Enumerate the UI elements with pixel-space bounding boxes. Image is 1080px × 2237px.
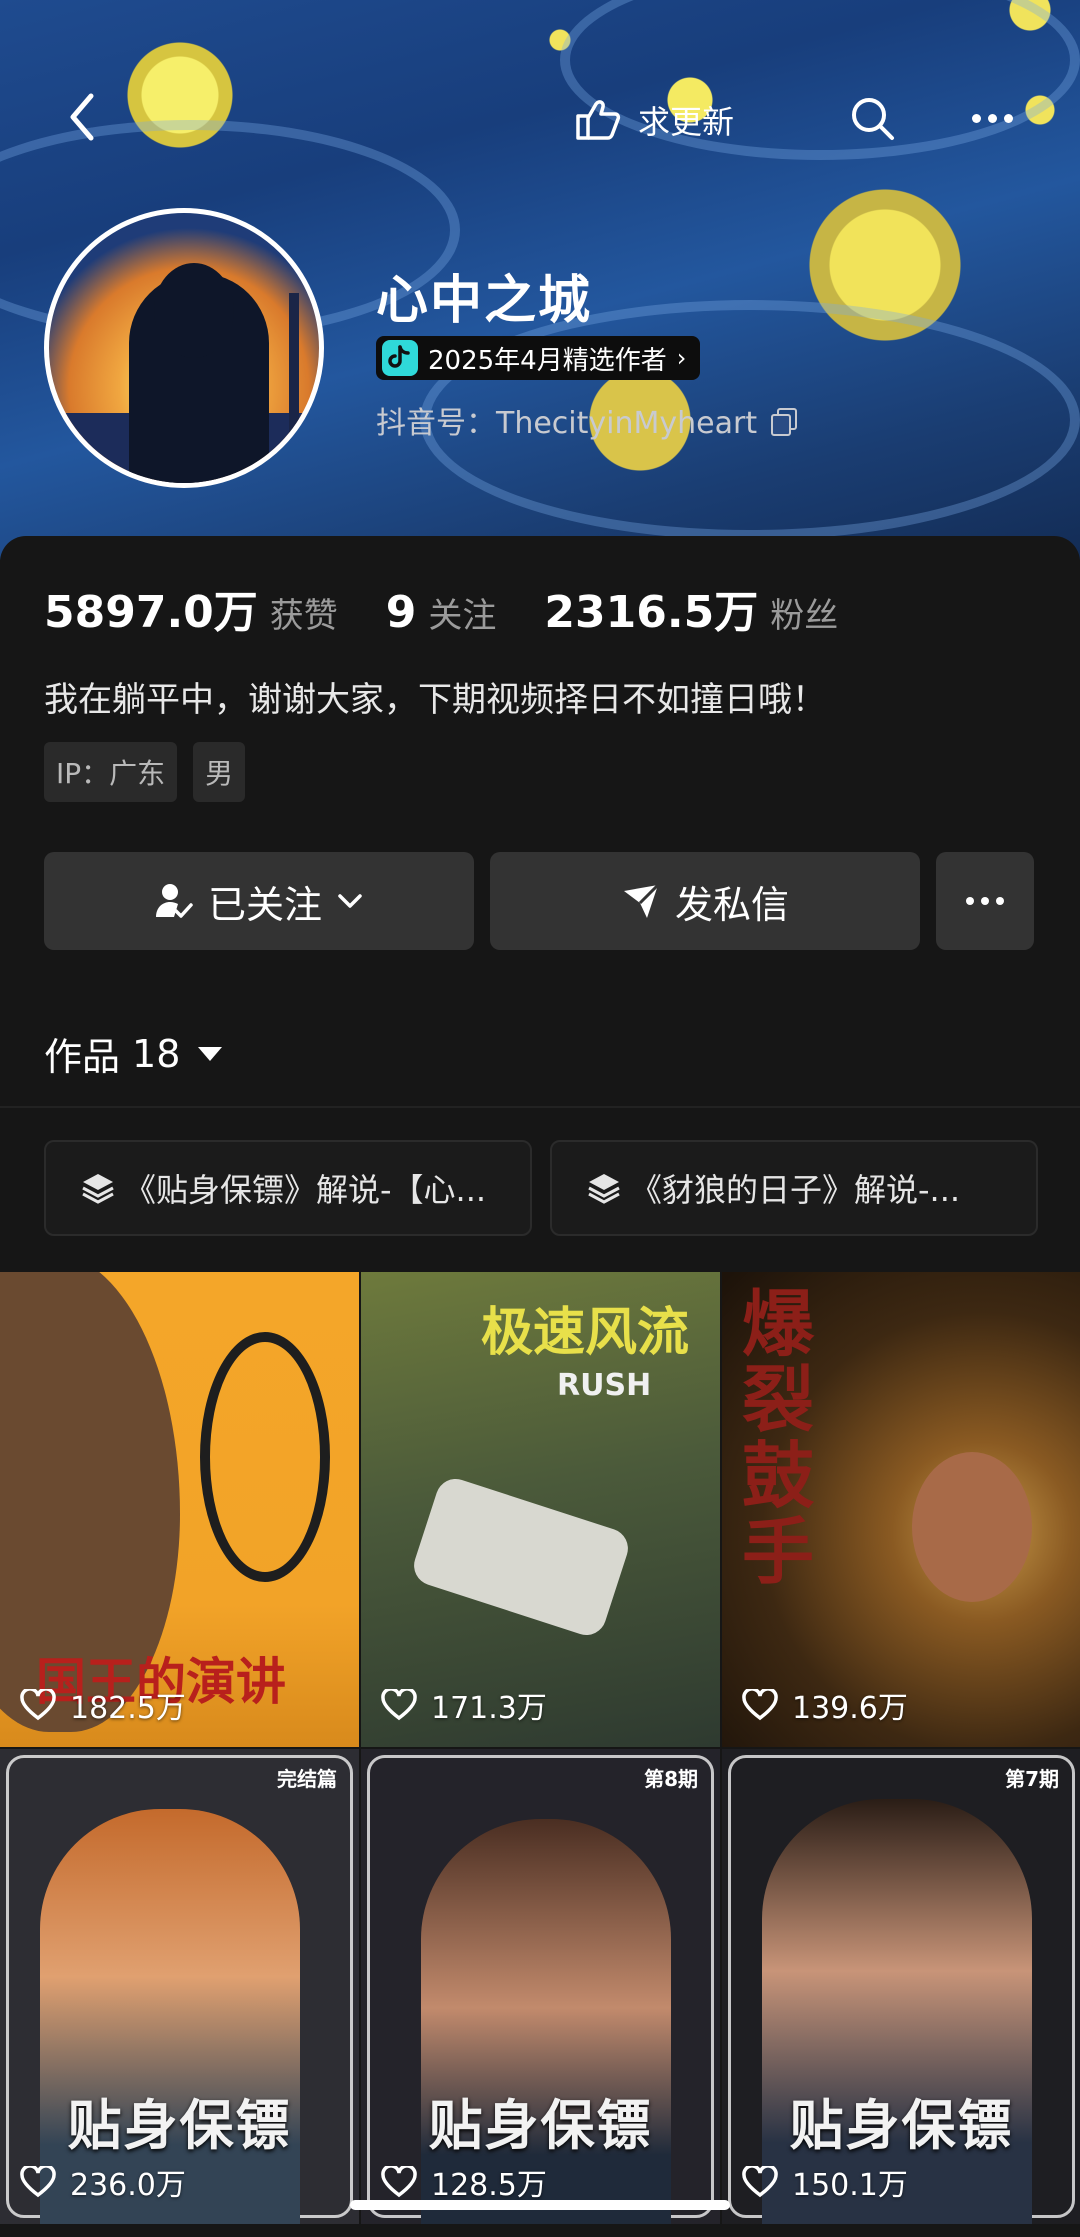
divider (0, 1106, 1080, 1108)
works-count: 18 (132, 1031, 181, 1076)
like-count-value: 150.1万 (792, 2168, 908, 2203)
following-label[interactable]: 关注 (428, 588, 496, 637)
collections-row: 《贴身保镖》解说-【心... 《豺狼的日子》解说-... (44, 1140, 1038, 1236)
poster-title: 贴身保镖 (789, 2094, 1014, 2157)
heart-icon (381, 2166, 417, 2198)
fans-label[interactable]: 粉丝 (770, 588, 838, 637)
send-message-button[interactable]: 发私信 (490, 852, 920, 950)
dot-icon (987, 113, 997, 123)
works-label: 作品 (44, 1035, 121, 1079)
more-options-button[interactable] (966, 92, 1018, 144)
works-tab[interactable]: 作品 18 (44, 1026, 223, 1081)
like-count-value: 171.3万 (431, 1691, 547, 1726)
copy-icon[interactable] (771, 408, 798, 436)
gender-tag: 男 (193, 742, 246, 802)
heart-icon (381, 1689, 417, 1721)
ip-location-tag: IP：广东 (44, 742, 178, 802)
like-count-value: 182.5万 (70, 1691, 186, 1726)
like-count: 128.5万 (381, 2160, 547, 2204)
video-tile[interactable]: 第7期 贴身保镖 150.1万 (722, 1749, 1080, 2224)
avatar[interactable] (44, 208, 324, 488)
search-button[interactable] (846, 92, 898, 144)
likes-count: 5897.0万 (44, 587, 258, 638)
chevron-left-icon (70, 93, 94, 141)
badge-label: 2025年4月精选作者 (428, 345, 667, 376)
douyin-id: 抖音号：ThecityinMyheart (376, 406, 758, 441)
video-tile[interactable]: 国王的演讲 182.5万 (0, 1272, 359, 1747)
like-count-value: 139.6万 (792, 1691, 908, 1726)
dot-icon (1003, 113, 1013, 123)
send-message-label: 发私信 (674, 882, 789, 927)
poster-race-car (408, 1473, 634, 1641)
like-count: 171.3万 (381, 1683, 547, 1727)
like-count-value: 236.0万 (70, 2168, 186, 2203)
profile-name: 心中之城 (376, 271, 593, 331)
poster-title: 极速风流 (481, 1303, 690, 1363)
layers-icon (588, 1174, 620, 1204)
bio: 我在躺平中，谢谢大家，下期视频择日不如撞日哦！ (44, 680, 826, 720)
user-check-icon (155, 884, 193, 918)
avatar-silhouette (129, 263, 269, 483)
featured-author-badge[interactable]: 2025年4月精选作者 › (376, 336, 701, 380)
profile-banner: 求更新 心中之城 2025年4月精选作者 › 抖音号：ThecityinMyhe… (0, 0, 1080, 560)
fans-count[interactable]: 2316.5万 (544, 576, 758, 640)
heart-icon (742, 1689, 778, 1721)
episode-label: 第8期 (644, 1767, 698, 1791)
episode-label: 完结篇 (277, 1767, 337, 1791)
douyin-id-row[interactable]: 抖音号：ThecityinMyheart (376, 398, 798, 442)
collection-item[interactable]: 《贴身保镖》解说-【心... (44, 1140, 532, 1236)
collection-title: 《豺狼的日子》解说-... (630, 1171, 961, 1209)
video-tile[interactable]: 完结篇 贴身保镖 236.0万 (0, 1749, 359, 2224)
more-actions-button[interactable] (936, 852, 1034, 950)
action-buttons: 已关注 发私信 (44, 852, 1034, 950)
heart-icon (20, 2166, 56, 2198)
request-update-label: 求更新 (638, 103, 735, 141)
more-dots-icon (966, 897, 1004, 905)
chevron-right-icon: › (676, 344, 687, 372)
tiktok-note-icon (382, 340, 418, 376)
like-count: 236.0万 (20, 2160, 186, 2204)
dot-icon (971, 113, 981, 123)
video-tile[interactable]: 第8期 贴身保镖 128.5万 (361, 1749, 720, 2224)
like-count: 182.5万 (20, 1683, 186, 1727)
pointing-hand-icon (576, 100, 621, 140)
tags-row: IP：广东 男 (44, 742, 246, 802)
dropdown-triangle-icon (198, 1046, 223, 1061)
video-tile[interactable]: 极速风流 RUSH 171.3万 (361, 1272, 720, 1747)
like-count-value: 128.5万 (431, 2168, 547, 2203)
collection-item[interactable]: 《豺狼的日子》解说-... (550, 1140, 1038, 1236)
episode-label: 第7期 (1005, 1767, 1059, 1791)
poster-microphone (200, 1332, 330, 1582)
layers-icon (82, 1174, 114, 1204)
back-button[interactable] (62, 92, 102, 142)
stats-row: 5897.0万 获赞 9 关注 2316.5万 粉丝 (44, 576, 886, 640)
like-count: 139.6万 (742, 1683, 908, 1727)
poster-title: 贴身保镖 (67, 2094, 292, 2157)
poster-title: 贴身保镖 (428, 2094, 653, 2157)
avatar-spire (289, 293, 299, 443)
heart-icon (742, 2166, 778, 2198)
chevron-down-icon (338, 894, 362, 908)
heart-icon (20, 1689, 56, 1721)
request-update-button[interactable]: 求更新 (570, 92, 734, 148)
likes-label: 获赞 (269, 596, 338, 636)
poster-subtitle: RUSH (557, 1368, 652, 1403)
video-grid: 国王的演讲 182.5万 极速风流 RUSH 171.3万 爆裂鼓手 139.6… (0, 1272, 1080, 2224)
home-indicator[interactable] (350, 2200, 730, 2210)
poster-face (912, 1452, 1032, 1602)
followed-button[interactable]: 已关注 (44, 852, 474, 950)
video-tile[interactable]: 爆裂鼓手 139.6万 (722, 1272, 1080, 1747)
collection-title: 《贴身保镖》解说-【心... (124, 1171, 487, 1209)
search-icon (852, 98, 894, 140)
poster-title: 爆裂鼓手 (742, 1282, 815, 1594)
following-count[interactable]: 9 (386, 587, 417, 638)
like-count: 150.1万 (742, 2160, 908, 2204)
followed-label: 已关注 (207, 882, 322, 927)
send-icon (623, 883, 660, 918)
